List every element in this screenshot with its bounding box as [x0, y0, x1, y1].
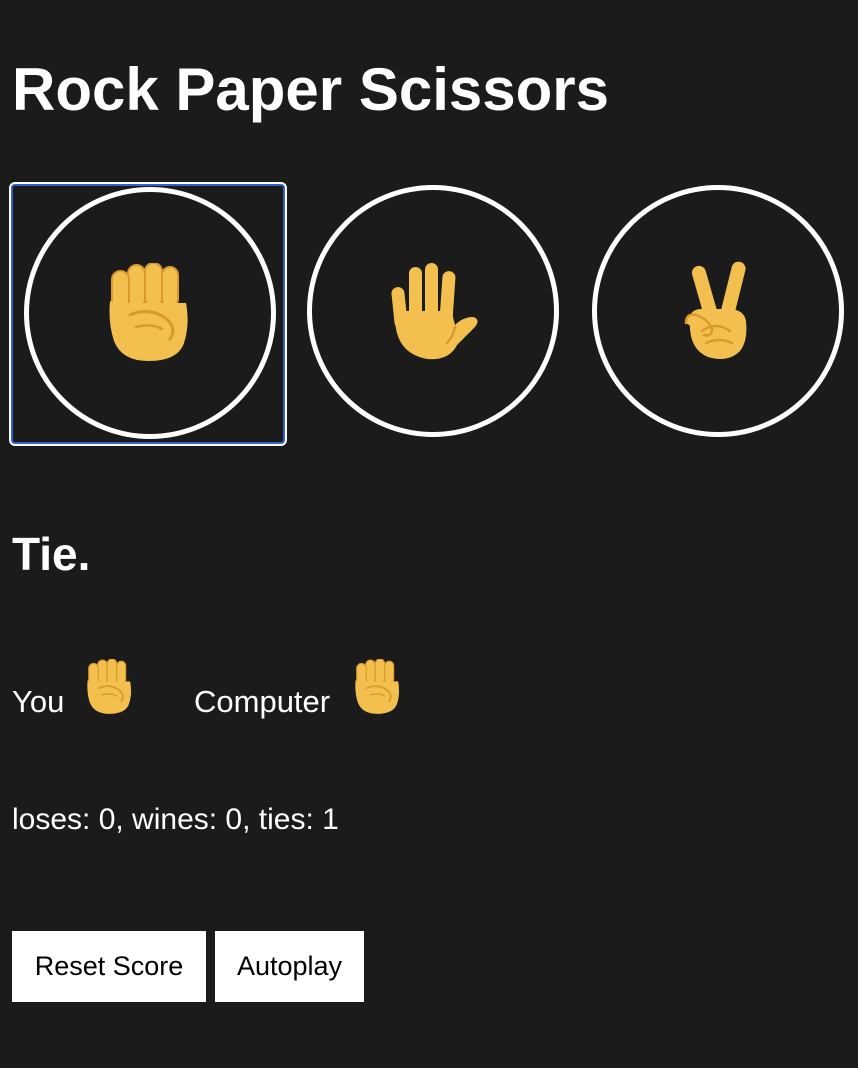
scissors-button[interactable] — [579, 182, 857, 446]
raised-hand-icon — [383, 261, 483, 361]
page-title: Rock Paper Scissors — [12, 56, 609, 123]
result-text: Tie. — [12, 528, 91, 580]
rock-button[interactable] — [9, 182, 287, 446]
moves-display: You Computer — [12, 656, 612, 726]
score-text: loses: 0, wines: 0, ties: 1 — [12, 803, 339, 836]
autoplay-button[interactable]: Autoplay — [215, 931, 364, 1002]
computer-label: Computer — [194, 684, 331, 719]
raised-fist-icon — [100, 263, 200, 363]
computer-move-icon — [350, 659, 406, 715]
victory-hand-icon — [668, 261, 768, 361]
player-label: You — [12, 684, 65, 719]
move-buttons — [0, 180, 858, 450]
reset-score-button[interactable]: Reset Score — [12, 931, 206, 1002]
player-move-icon — [82, 659, 138, 715]
paper-button[interactable] — [294, 182, 572, 446]
